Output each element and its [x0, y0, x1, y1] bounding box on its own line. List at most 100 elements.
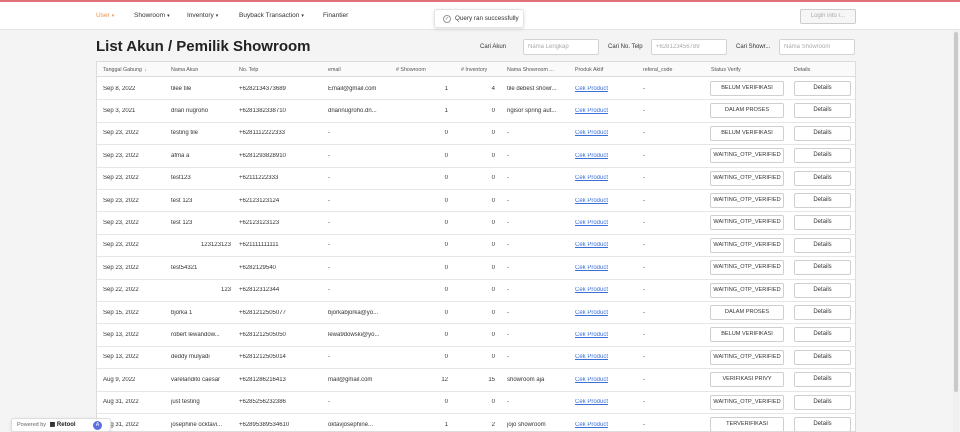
nav-showroom-menu[interactable]: Showroom ▾	[134, 12, 170, 19]
nav-inventory-menu[interactable]: Inventory ▾	[187, 12, 218, 19]
column-header-details[interactable]: Details	[794, 67, 810, 73]
status-verify-button[interactable]: WAITING_OTP_VERIFIED	[710, 349, 784, 365]
status-verify-button[interactable]: BELUM VERIFIKASI	[710, 81, 784, 96]
column-header-tanggal[interactable]: Tanggal Gabung ↓	[103, 67, 147, 73]
cell-telp: +6282129540	[239, 264, 276, 271]
table-row[interactable]: Sep 23, 2022 test54321 +6282129540 - 0 0 - Cek …	[97, 257, 855, 280]
cek-product-link[interactable]: Cek Product	[575, 175, 635, 181]
column-header-produk[interactable]: Produk Aktif	[575, 67, 603, 73]
details-button[interactable]: Details	[794, 260, 851, 276]
status-verify-button[interactable]: TERVERIFIKASI	[710, 417, 784, 431]
cell-email: -	[328, 399, 330, 406]
column-header-inventory[interactable]: # Inventory	[461, 67, 487, 73]
cek-product-link[interactable]: Cek Product	[575, 332, 635, 338]
cek-product-link[interactable]: Cek Product	[575, 354, 635, 360]
details-button[interactable]: Details	[794, 305, 851, 320]
status-verify-button[interactable]: DALAM PROSES	[710, 305, 784, 320]
cek-product-link[interactable]: Cek Product	[575, 422, 635, 428]
cek-product-link[interactable]: Cek Product	[575, 220, 635, 226]
cek-product-link[interactable]: Cek Product	[575, 198, 635, 204]
status-verify-button[interactable]: WAITING_OTP_VERIFIED	[710, 394, 784, 410]
cell-telp: +6281212505077	[239, 309, 286, 316]
nav-finantier-link[interactable]: Finantier	[323, 12, 348, 19]
details-button[interactable]: Details	[794, 349, 851, 365]
table-row[interactable]: Sep 8, 2022 tilee tile +6282134373689 Email…	[97, 78, 855, 101]
cek-product-link[interactable]: Cek Product	[575, 287, 635, 293]
table-row[interactable]: Sep 13, 2022 robert lewandow... +628121250…	[97, 324, 855, 347]
column-header-telp[interactable]: No. Telp	[239, 67, 258, 73]
sort-arrow-icon[interactable]: ↓	[144, 67, 147, 73]
status-verify-button[interactable]: WAITING_OTP_VERIFIED	[710, 282, 784, 298]
table-row[interactable]: Sep 13, 2022 deddy mulyadi +6281212505014 -…	[97, 347, 855, 370]
powered-by-badge[interactable]: Powered by ▦ Retool A	[11, 418, 111, 432]
avatar[interactable]: A	[93, 421, 102, 430]
details-button[interactable]: Details	[794, 193, 851, 208]
status-verify-button[interactable]: WAITING_OTP_VERIFIED	[710, 148, 784, 164]
details-button[interactable]: Details	[794, 125, 851, 141]
cell-email: -	[328, 197, 330, 204]
scroll-thumb[interactable]	[954, 32, 958, 392]
details-button[interactable]: Details	[794, 215, 851, 231]
table-row[interactable]: Aug 31, 2022 josephine ocktavi... +6289538…	[97, 414, 855, 431]
table-row[interactable]: Sep 23, 2022 test 123 +62123123124 - 0 0 - Cek …	[97, 190, 855, 213]
details-button[interactable]: Details	[794, 394, 851, 410]
nav-buyback-menu[interactable]: Buyback Transaction ▾	[239, 12, 304, 19]
cell-referal: -	[643, 152, 645, 159]
status-verify-button[interactable]: BELUM VERIFIKASI	[710, 327, 784, 343]
check-circle-icon: ✓	[443, 15, 451, 23]
details-button[interactable]: Details	[794, 237, 851, 253]
table-row[interactable]: Sep 23, 2022 test 123 +62123123123 - 0 0 - Cek …	[97, 212, 855, 235]
cek-product-link[interactable]: Cek Product	[575, 265, 635, 271]
details-button[interactable]: Details	[794, 372, 851, 388]
page-scrollbar[interactable]	[953, 30, 959, 432]
cek-product-link[interactable]: Cek Product	[575, 108, 635, 114]
cell-referal: -	[643, 376, 645, 383]
status-verify-button[interactable]: WAITING_OTP_VERIFIED	[710, 215, 784, 231]
cell-nama-akun: tilee tile	[171, 85, 192, 92]
column-header-showroom[interactable]: # Showroom	[396, 67, 426, 73]
details-button[interactable]: Details	[794, 148, 851, 164]
details-button[interactable]: Details	[794, 170, 851, 186]
cell-referal: -	[643, 287, 645, 294]
cek-product-link[interactable]: Cek Product	[575, 399, 635, 405]
details-button[interactable]: Details	[794, 81, 851, 96]
table-row[interactable]: Aug 9, 2022 varelandito caesar +6281286216…	[97, 369, 855, 392]
table-row[interactable]: Sep 23, 2022 test123 +62111222333 - 0 0 - Cek P…	[97, 168, 855, 190]
search-telp-input[interactable]	[651, 39, 727, 55]
status-verify-button[interactable]: WAITING_OTP_VERIFIED	[710, 170, 784, 186]
cek-product-link[interactable]: Cek Product	[575, 377, 635, 383]
column-header-referal[interactable]: referal_code	[643, 67, 672, 73]
table-row[interactable]: Aug 31, 2022 just testing +6285256232386 - 0…	[97, 392, 855, 414]
status-verify-button[interactable]: DALAM PROSES	[710, 103, 784, 119]
cell-telp: +6281212505014	[239, 354, 286, 361]
search-akun-input[interactable]	[523, 39, 599, 55]
column-header-email[interactable]: email	[328, 67, 341, 73]
status-verify-button[interactable]: BELUM VERIFIKASI	[710, 125, 784, 141]
cek-product-link[interactable]: Cek Product	[575, 153, 635, 159]
login-button[interactable]: Login into r...	[800, 9, 856, 24]
table-row[interactable]: Sep 23, 2022 123123123 +621111111111 - 0 0 - Ce…	[97, 235, 855, 258]
status-verify-button[interactable]: WAITING_OTP_VERIFIED	[710, 193, 784, 208]
details-button[interactable]: Details	[794, 327, 851, 343]
column-header-nama[interactable]: Nama Akun	[171, 67, 198, 73]
table-row[interactable]: Sep 23, 2022 afma a +6281293828910 - 0 0 - Cek …	[97, 145, 855, 168]
cek-product-link[interactable]: Cek Product	[575, 130, 635, 136]
column-header-status[interactable]: Status Verify	[711, 67, 741, 73]
table-row[interactable]: Sep 15, 2022 bjorka 1 +6281212505077 bjorka…	[97, 302, 855, 325]
table-row[interactable]: Sep 23, 2022 testing tile +6281112222333 - 0…	[97, 123, 855, 146]
details-button[interactable]: Details	[794, 417, 851, 431]
cek-product-link[interactable]: Cek Product	[575, 86, 635, 92]
cell-referal: -	[643, 309, 645, 316]
status-verify-button[interactable]: VERIFIKASI PRIVY	[710, 372, 784, 388]
details-button[interactable]: Details	[794, 282, 851, 298]
table-row[interactable]: Sep 22, 2022 123 +62812312344 - 0 0 - Cek Produ…	[97, 280, 855, 302]
cek-product-link[interactable]: Cek Product	[575, 242, 635, 248]
nav-user-menu[interactable]: User ▾	[96, 12, 114, 19]
table-row[interactable]: Sep 3, 2021 drian nugroho +6281382338710 dr…	[97, 100, 855, 123]
status-verify-button[interactable]: WAITING_OTP_VERIFIED	[710, 237, 784, 253]
column-header-nama-showroom[interactable]: Nama Showroom ...	[507, 67, 554, 73]
cek-product-link[interactable]: Cek Product	[575, 310, 635, 316]
details-button[interactable]: Details	[794, 103, 851, 119]
status-verify-button[interactable]: WAITING_OTP_VERIFIED	[710, 260, 784, 276]
search-showroom-input[interactable]	[779, 39, 855, 55]
